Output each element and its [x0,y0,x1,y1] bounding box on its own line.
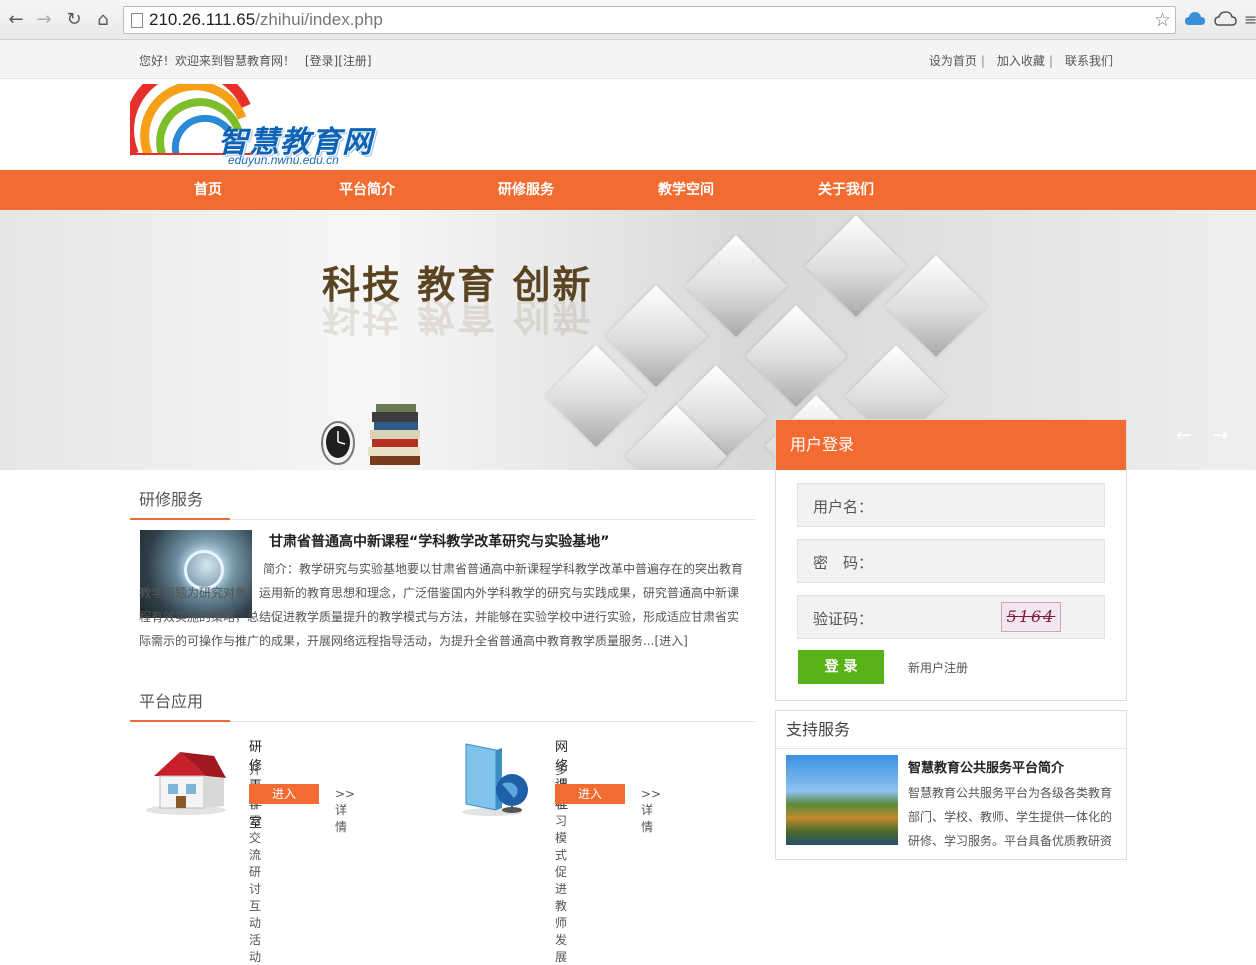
password-field[interactable]: 密 码： [797,539,1105,583]
add-favorite-link[interactable]: 加入收藏 [997,54,1045,68]
nav-teaching-space[interactable]: 教学空间 [658,170,714,210]
support-title: 支持服务 [776,711,1126,749]
divider: | [1048,54,1053,68]
section-divider [130,720,755,722]
nav-home[interactable]: 首页 [194,170,222,210]
banner-slogan-reflection: 科技 教育 创新 [322,294,593,339]
site-logo[interactable]: 智慧教育网 eduyun.nwnu.edu.cn [130,84,390,170]
back-icon[interactable]: ← [5,9,27,31]
logo-subtitle: eduyun.nwnu.edu.cn [228,153,339,167]
cloud-outline-extension-icon[interactable] [1214,11,1238,31]
nav-platform-intro[interactable]: 平台简介 [339,170,395,210]
password-label: 密 码： [813,554,874,572]
address-url[interactable]: 210.26.111.65/zhihui/index.php [149,10,383,30]
banner-arrows[interactable]: ← → [1176,425,1236,446]
support-panel: 支持服务 智慧教育公共服务平台简介 智慧教育公共服务平台为各级各类教育部门、学校… [775,710,1127,860]
decor-cube [685,235,787,337]
article-summary: 简介：教学研究与实验基地要以甘肃省普通高中新课程学科教学改革中普遍存在的突出教育… [139,557,749,653]
support-item-desc: 智慧教育公共服务平台为各级各类教育部门、学校、教师、学生提供一体化的研修、学习服… [908,786,1113,848]
login-title: 用户登录 [776,420,1126,470]
section-title-apps: 平台应用 [139,692,204,711]
nav-training-service[interactable]: 研修服务 [498,170,554,210]
username-field[interactable]: 用户名： [797,483,1105,527]
captcha-field[interactable]: 验证码： 5164 [797,595,1105,639]
captcha-image[interactable]: 5164 [1001,602,1061,632]
details-link[interactable]: >>详情 [641,787,661,835]
login-button[interactable]: 登 录 [798,650,884,684]
decor-cube [745,305,847,407]
bookmark-star-icon[interactable]: ☆ [1154,9,1171,31]
register-link[interactable]: 新用户注册 [908,659,968,676]
welcome-text: 您好！欢迎来到智慧教育网！ [139,54,296,68]
login-link[interactable]: [登录] [305,54,338,68]
forward-icon[interactable]: → [33,9,55,31]
clock-and-books-icon [321,404,420,465]
details-link[interactable]: >>详情 [335,787,355,835]
username-label: 用户名： [813,498,874,516]
read-more-link[interactable]: [进入] [654,634,687,648]
article-desc-text: 简介：教学研究与实验基地要以甘肃省普通高中新课程学科教学改革中普遍存在的突出教育… [139,562,744,648]
set-homepage-link[interactable]: 设为首页 [929,54,977,68]
register-link[interactable]: [注册] [338,54,371,68]
article-title[interactable]: 甘肃省普通高中新课程“学科教学改革研究与实验基地” [269,531,609,551]
captcha-label: 验证码： [813,610,874,628]
login-panel: 用户登录 用户名： 密 码： 验证码： 5164 登 录 新用户注册 [775,419,1127,701]
house-icon [146,752,226,815]
enter-button[interactable]: 进入 [555,784,625,804]
browser-toolbar: ← → ↻ ⌂ 210.26.111.65/zhihui/index.php ☆… [0,0,1256,40]
welcome-area: 您好！欢迎来到智慧教育网！ [登录][注册] [139,52,372,69]
divider: | [980,54,985,68]
monitor-globe-icon [462,743,528,816]
section-title-training: 研修服务 [139,490,204,509]
contact-link[interactable]: 联系我们 [1065,54,1113,68]
support-item-title[interactable]: 智慧教育公共服务平台简介 [908,757,1064,776]
landscape-image[interactable] [786,755,898,845]
section-divider [130,518,755,520]
top-bar: 您好！欢迎来到智慧教育网！ [登录][注册] 设为首页 | 加入收藏 | 联系我们 [0,40,1256,79]
reload-icon[interactable]: ↻ [63,9,85,31]
page-icon [131,13,143,28]
enter-button[interactable]: 进入 [249,784,319,804]
home-icon[interactable]: ⌂ [92,9,114,31]
top-links: 设为首页 | 加入收藏 | 联系我们 [925,52,1113,69]
cloud-extension-icon[interactable] [1184,11,1206,31]
menu-icon[interactable]: ≡ [1244,11,1256,29]
main-navigation: 首页 平台简介 研修服务 教学空间 关于我们 [0,170,1256,210]
address-bar[interactable]: 210.26.111.65/zhihui/index.php ☆ [123,6,1176,34]
nav-about-us[interactable]: 关于我们 [818,170,874,210]
